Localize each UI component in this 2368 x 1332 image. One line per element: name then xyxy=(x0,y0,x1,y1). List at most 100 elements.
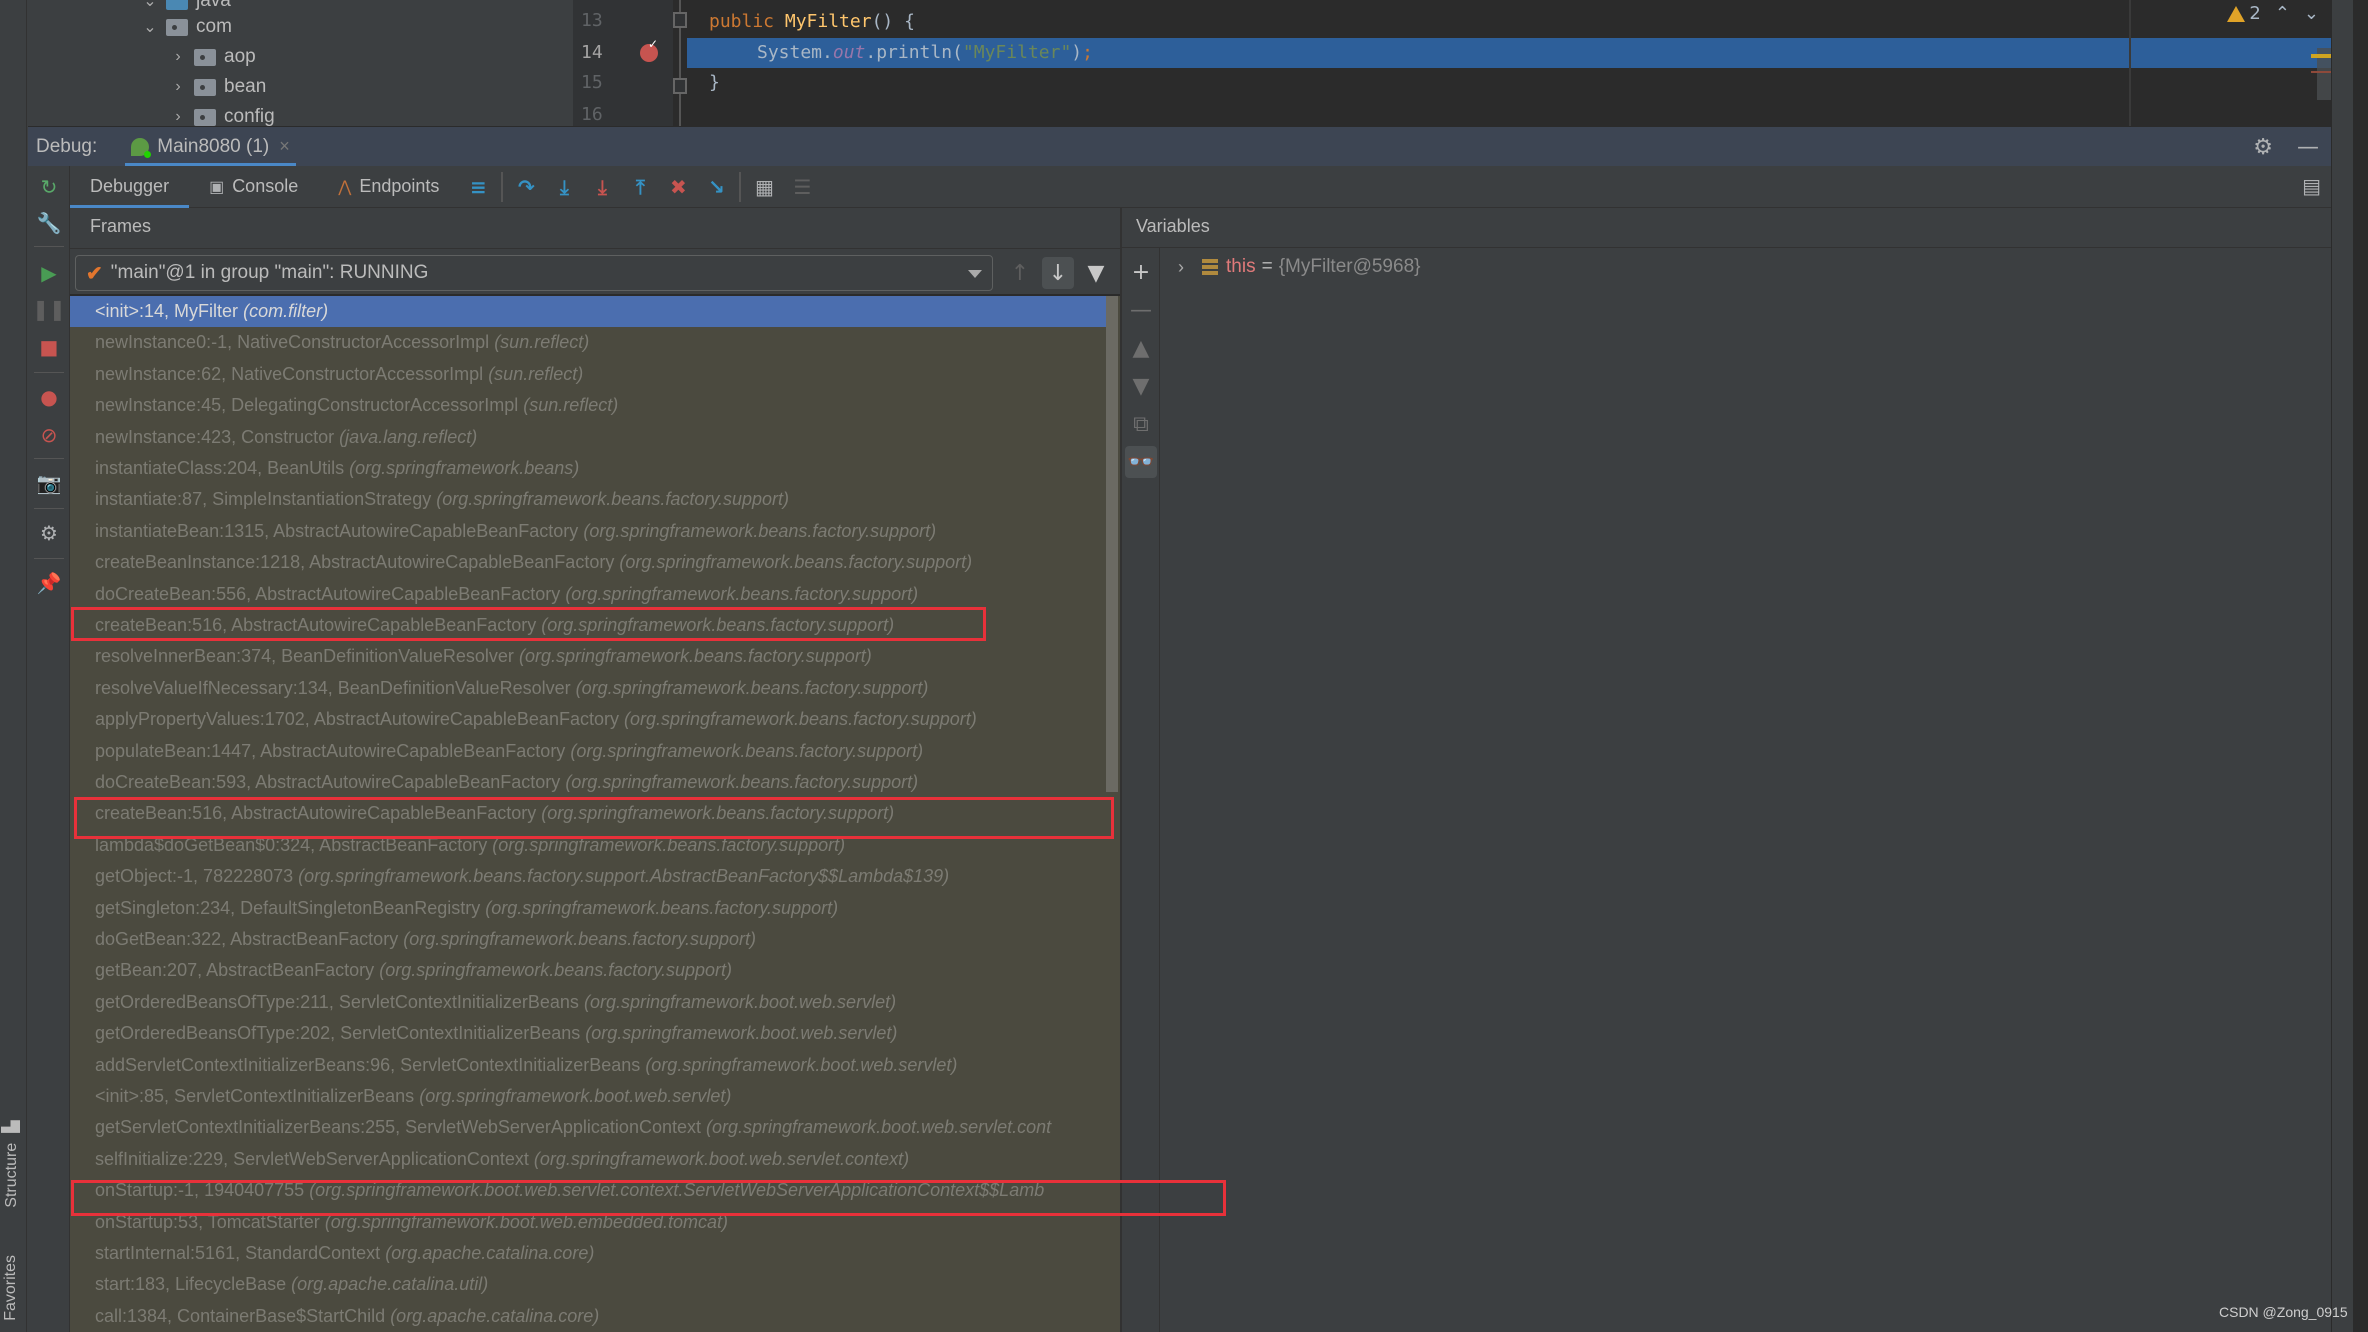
trace-current-stream-icon[interactable]: ☰ xyxy=(789,174,815,200)
mute-breakpoints-icon[interactable]: ⊘ xyxy=(36,422,62,448)
layout-settings-icon[interactable]: ▤ xyxy=(2302,174,2321,198)
frame-row[interactable]: doCreateBean:593, AbstractAutowireCapabl… xyxy=(70,767,1120,798)
session-tab[interactable]: Main8080 (1) × xyxy=(125,127,297,167)
warning-marker[interactable] xyxy=(2311,54,2331,58)
tree-item-bean[interactable]: › bean xyxy=(168,72,266,102)
inspections-widget[interactable]: 2 ⌃ ⌄ xyxy=(2227,3,2319,24)
show-execution-point-icon[interactable]: ≡ xyxy=(465,174,491,200)
drop-frame-icon[interactable]: ✖ xyxy=(665,174,691,200)
duplicate-watch-icon[interactable]: ⧉ xyxy=(1125,408,1157,440)
frame-row[interactable]: instantiateBean:1315, AbstractAutowireCa… xyxy=(70,516,1120,547)
frame-row[interactable]: populateBean:1447, AbstractAutowireCapab… xyxy=(70,736,1120,767)
structure-tab[interactable]: Structure ▙ xyxy=(2,1120,21,1208)
chevron-right-icon[interactable]: › xyxy=(1178,257,1184,278)
resume-icon[interactable]: ▶ xyxy=(36,260,62,286)
stop-icon[interactable]: ■ xyxy=(36,334,62,360)
frame-row[interactable]: doGetBean:322, AbstractBeanFactory (org.… xyxy=(70,924,1120,955)
frame-method: createBeanInstance:1218, AbstractAutowir… xyxy=(95,552,615,573)
frame-row[interactable]: getSingleton:234, DefaultSingletonBeanRe… xyxy=(70,893,1120,924)
variable-row[interactable]: › this = {MyFilter@5968} xyxy=(1178,252,1420,282)
settings-icon[interactable]: ⚙ xyxy=(36,520,62,546)
frame-row[interactable]: getServletContextInitializerBeans:255, S… xyxy=(70,1112,1120,1143)
move-down-icon[interactable]: ▼ xyxy=(1125,370,1157,402)
view-breakpoints-icon[interactable]: ● xyxy=(36,384,62,410)
run-to-cursor-icon[interactable]: ↘ xyxy=(703,174,729,200)
frame-row[interactable]: newInstance0:-1, NativeConstructorAccess… xyxy=(70,327,1120,358)
frame-row[interactable]: getBean:207, AbstractBeanFactory (org.sp… xyxy=(70,955,1120,986)
frame-row[interactable]: selfInitialize:229, ServletWebServerAppl… xyxy=(70,1144,1120,1175)
frame-row[interactable]: createBeanInstance:1218, AbstractAutowir… xyxy=(70,547,1120,578)
chevron-right-icon[interactable]: › xyxy=(168,78,188,96)
code-line-14-execution-point[interactable]: System.out.println("MyFilter"); xyxy=(687,38,2331,68)
tab-console[interactable]: ▣ Console xyxy=(189,166,318,208)
move-up-icon[interactable]: ▲ xyxy=(1125,332,1157,364)
previous-highlight-icon[interactable]: ⌃ xyxy=(2275,3,2290,24)
frame-method: resolveInnerBean:374, BeanDefinitionValu… xyxy=(95,646,514,667)
frame-row[interactable]: start:183, LifecycleBase (org.apache.cat… xyxy=(70,1269,1120,1300)
remove-watch-icon[interactable]: — xyxy=(1125,294,1157,326)
modify-settings-icon[interactable]: 🔧 xyxy=(36,210,62,236)
rerun-icon[interactable]: ↻ xyxy=(36,174,62,200)
frame-row[interactable]: getOrderedBeansOfType:202, ServletContex… xyxy=(70,1018,1120,1049)
pause-icon[interactable]: ❚❚ xyxy=(32,296,66,322)
thread-select[interactable]: ✔ "main"@1 in group "main": RUNNING xyxy=(75,255,993,291)
frame-package: (org.springframework.beans.factory.suppo… xyxy=(583,520,937,541)
favorites-tab[interactable]: Favorites xyxy=(2,1255,20,1321)
frame-row[interactable]: resolveInnerBean:374, BeanDefinitionValu… xyxy=(70,641,1120,672)
frame-row[interactable]: call:1384, ContainerBase$StartChild (org… xyxy=(70,1301,1120,1332)
frame-row[interactable]: getOrderedBeansOfType:211, ServletContex… xyxy=(70,987,1120,1018)
frame-row[interactable]: getObject:-1, 782228073 (org.springframe… xyxy=(70,861,1120,892)
snapshot-icon[interactable]: 📷 xyxy=(36,470,62,496)
breakpoint-icon[interactable] xyxy=(640,37,658,62)
gear-icon[interactable]: ⚙ xyxy=(2253,135,2273,160)
error-marker[interactable] xyxy=(2311,71,2331,73)
tree-item-com[interactable]: ⌄ com xyxy=(140,12,232,42)
frame-row[interactable]: newInstance:423, Constructor (java.lang.… xyxy=(70,422,1120,453)
frame-row[interactable]: instantiate:87, SimpleInstantiationStrat… xyxy=(70,484,1120,515)
filter-icon[interactable]: ▼ xyxy=(1080,257,1112,289)
editor-gutter[interactable]: 13 14 15 16 xyxy=(573,0,673,126)
frame-row[interactable]: applyPropertyValues:1702, AbstractAutowi… xyxy=(70,704,1120,735)
step-over-icon[interactable]: ↷ xyxy=(513,174,539,200)
frame-row[interactable]: newInstance:45, DelegatingConstructorAcc… xyxy=(70,390,1120,421)
frame-method: resolveValueIfNecessary:134, BeanDefinit… xyxy=(95,677,571,698)
frame-row[interactable]: instantiateClass:204, BeanUtils (org.spr… xyxy=(70,453,1120,484)
tree-item-config[interactable]: › config xyxy=(168,102,274,126)
frame-row[interactable]: addServletContextInitializerBeans:96, Se… xyxy=(70,1050,1120,1081)
show-watches-icon[interactable]: 👓 xyxy=(1125,446,1157,478)
chevron-down-icon[interactable]: ⌄ xyxy=(140,17,160,37)
pin-icon[interactable]: 📌 xyxy=(36,570,62,596)
frame-row[interactable]: <init>:85, ServletContextInitializerBean… xyxy=(70,1081,1120,1112)
frames-scrollbar[interactable] xyxy=(1106,296,1118,792)
next-highlight-icon[interactable]: ⌄ xyxy=(2304,3,2319,24)
tab-debugger[interactable]: Debugger xyxy=(70,166,190,209)
right-tool-strip xyxy=(2331,0,2353,1332)
frame-row[interactable]: <init>:14, MyFilter (com.filter) xyxy=(70,296,1110,328)
code-line-13[interactable]: public MyFilter() { xyxy=(687,7,2331,37)
frame-row[interactable]: resolveValueIfNecessary:134, BeanDefinit… xyxy=(70,673,1120,704)
step-out-icon[interactable]: ⤒ xyxy=(627,174,653,200)
chevron-right-icon[interactable]: › xyxy=(168,108,188,126)
force-step-into-icon[interactable]: ⤓ xyxy=(589,174,615,200)
frame-row[interactable]: startInternal:5161, StandardContext (org… xyxy=(70,1238,1120,1269)
tree-item-aop[interactable]: › aop xyxy=(168,42,255,72)
step-into-icon[interactable]: ⤓ xyxy=(551,174,577,200)
code-editor[interactable]: 13 14 15 16 public MyFilter() { System.o… xyxy=(573,0,2331,126)
frame-package: (org.springframework.beans.factory.suppo… xyxy=(485,897,839,918)
frame-row[interactable]: doCreateBean:556, AbstractAutowireCapabl… xyxy=(70,579,1120,610)
chevron-down-icon[interactable]: ⌄ xyxy=(140,0,160,11)
previous-frame-icon[interactable]: ↑ xyxy=(1004,257,1036,289)
dropdown-arrow-icon[interactable] xyxy=(968,270,982,278)
debug-label: Debug: xyxy=(36,135,98,157)
minimize-icon[interactable]: — xyxy=(2297,135,2319,160)
close-icon[interactable]: × xyxy=(279,136,290,157)
add-watch-icon[interactable]: + xyxy=(1125,256,1157,288)
next-frame-icon[interactable]: ↓ xyxy=(1042,257,1074,289)
fold-collapse-icon[interactable] xyxy=(673,12,687,28)
frame-row[interactable]: newInstance:62, NativeConstructorAccesso… xyxy=(70,359,1120,390)
chevron-right-icon[interactable]: › xyxy=(168,48,188,66)
evaluate-expression-icon[interactable]: ▦ xyxy=(751,174,777,200)
code-line-15[interactable]: } xyxy=(687,68,2331,98)
tab-endpoints[interactable]: ⋀ Endpoints xyxy=(318,166,459,208)
fold-end-icon[interactable] xyxy=(673,78,687,94)
